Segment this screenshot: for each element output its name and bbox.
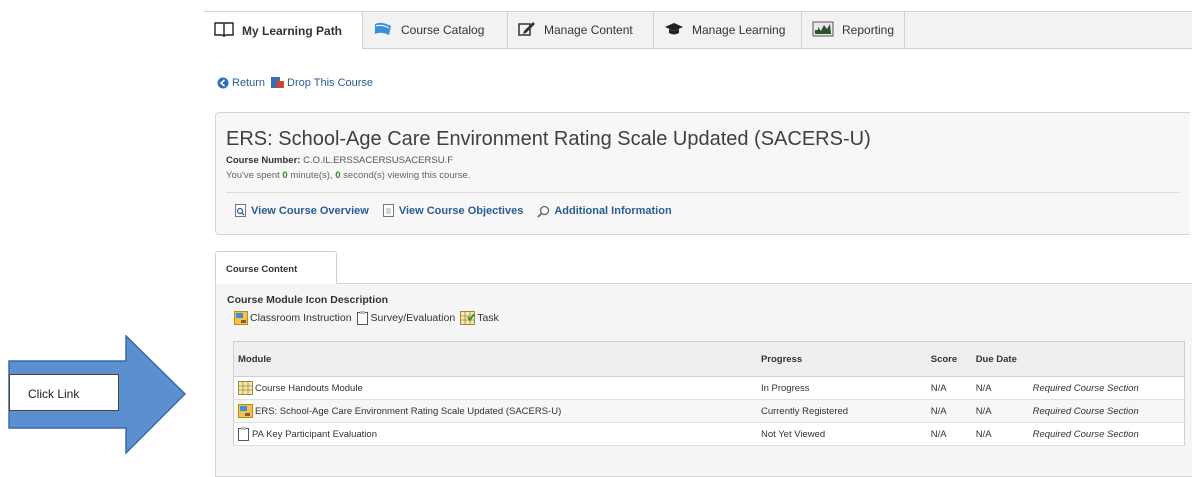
module-name: Course Handouts Module — [255, 382, 363, 394]
legend-task: Task — [460, 311, 499, 325]
drop-course-icon — [271, 77, 285, 88]
progress-cell: Not Yet Viewed — [756, 422, 927, 446]
return-icon — [217, 77, 229, 88]
module-table: Module Progress Score Due Date Course Ha… — [233, 341, 1185, 446]
due-date-cell: N/A — [971, 376, 1029, 400]
tab-label: My Learning Path — [242, 23, 343, 38]
course-title: ERS: School-Age Care Environment Rating … — [226, 128, 871, 150]
objectives-label: View Course Objectives — [398, 205, 524, 217]
course-actions: Return Drop This Course — [217, 76, 379, 89]
due-date-column-header: Due Date — [971, 341, 1029, 377]
catalog-icon — [373, 21, 393, 40]
overview-icon — [235, 204, 246, 217]
legend-survey-label: Survey/Evaluation — [370, 312, 456, 324]
course-number-label: Course Number: — [226, 155, 301, 166]
legend-task-label: Task — [477, 312, 499, 324]
progress-cell: In Progress — [756, 376, 927, 400]
book-icon — [214, 21, 234, 40]
tab-course-catalog[interactable]: Course Catalog — [363, 12, 508, 48]
module-name: PA Key Participant Evaluation — [252, 428, 377, 440]
tab-label: Reporting — [842, 23, 895, 37]
magnifier-icon — [537, 205, 550, 218]
course-number-value: C.O.IL.ERSSACERSUSACERSU.F — [303, 155, 453, 166]
course-number: Course Number: C.O.IL.ERSSACERSUSACERSU.… — [226, 155, 453, 166]
return-label: Return — [232, 76, 266, 89]
header-divider — [226, 192, 1180, 193]
graduation-cap-icon — [664, 21, 684, 40]
classroom-icon — [238, 404, 253, 418]
legend-survey: Survey/Evaluation — [356, 311, 456, 325]
tab-manage-content[interactable]: Manage Content — [508, 12, 654, 48]
edit-icon — [518, 21, 536, 40]
tab-reporting[interactable]: Reporting — [802, 12, 905, 48]
chart-icon — [812, 21, 834, 40]
tab-manage-learning[interactable]: Manage Learning — [654, 12, 802, 48]
score-cell: N/A — [926, 399, 972, 423]
additional-information-link[interactable]: Additional Information — [537, 205, 672, 218]
time-spent-text: You've spent 0 minute(s), 0 second(s) vi… — [226, 170, 470, 181]
module-icon-legend: Classroom Instruction Survey/Evaluation … — [234, 311, 504, 325]
drop-course-label: Drop This Course — [287, 76, 374, 89]
table-row: Course Handouts Module In Progress N/A N… — [233, 376, 1185, 400]
tab-course-content[interactable]: Course Content — [215, 251, 337, 284]
minutes-value: 0 — [282, 170, 288, 181]
minutes-suffix: minute(s), — [290, 170, 333, 181]
drop-course-link[interactable]: Drop This Course — [271, 76, 373, 89]
due-date-cell: N/A — [971, 399, 1029, 423]
legend-classroom: Classroom Instruction — [234, 311, 352, 325]
legend-title: Course Module Icon Description — [227, 294, 389, 306]
view-course-objectives-link[interactable]: View Course Objectives — [382, 204, 524, 218]
classroom-icon — [234, 311, 248, 325]
tab-label: Manage Content — [544, 23, 633, 37]
course-content-panel: Course Module Icon Description Classroom… — [215, 283, 1192, 477]
task-icon — [460, 311, 476, 325]
progress-column-header: Progress — [756, 341, 927, 377]
survey-icon — [356, 311, 368, 325]
table-row: ERS: School-Age Care Environment Rating … — [233, 399, 1185, 423]
module-name: ERS: School-Age Care Environment Rating … — [255, 405, 562, 417]
tab-label: Course Catalog — [401, 23, 485, 37]
table-row: PA Key Participant Evaluation Not Yet Vi… — [233, 422, 1185, 446]
callout-label: Click Link — [9, 374, 119, 411]
due-date-cell: N/A — [971, 422, 1029, 446]
score-cell: N/A — [926, 422, 972, 446]
task-icon — [238, 381, 253, 395]
course-header-panel: ERS: School-Age Care Environment Rating … — [215, 112, 1190, 235]
requirement-cell: Required Course Section — [1028, 422, 1185, 446]
score-column-header: Score — [926, 341, 972, 377]
module-column-header: Module — [233, 341, 757, 377]
additional-info-label: Additional Information — [554, 205, 672, 217]
time-spent-prefix: You've spent — [226, 170, 280, 181]
seconds-suffix: second(s) viewing this course. — [343, 170, 471, 181]
main-tab-bar: My Learning Path Course Catalog Manage C… — [204, 11, 1192, 49]
module-link-course-handouts[interactable]: Course Handouts Module — [238, 381, 757, 395]
module-link-ers-sacers-u[interactable]: ERS: School-Age Care Environment Rating … — [238, 404, 757, 418]
module-link-pa-key-evaluation[interactable]: PA Key Participant Evaluation — [238, 427, 757, 441]
objectives-icon — [382, 204, 394, 217]
score-cell: N/A — [926, 376, 972, 400]
note-column-header — [1028, 341, 1185, 377]
tab-label: Manage Learning — [692, 23, 786, 37]
return-link[interactable]: Return — [217, 77, 265, 89]
overview-label: View Course Overview — [251, 205, 369, 217]
survey-icon — [238, 427, 249, 441]
tab-my-learning-path[interactable]: My Learning Path — [204, 12, 363, 49]
course-info-links: View Course Overview View Course Objecti… — [235, 204, 686, 218]
progress-cell: Currently Registered — [756, 399, 927, 423]
view-course-overview-link[interactable]: View Course Overview — [235, 204, 369, 218]
requirement-cell: Required Course Section — [1028, 376, 1185, 400]
requirement-cell: Required Course Section — [1028, 399, 1185, 423]
table-header-row: Module Progress Score Due Date — [233, 341, 1185, 377]
seconds-value: 0 — [335, 170, 341, 181]
legend-classroom-label: Classroom Instruction — [250, 312, 352, 324]
